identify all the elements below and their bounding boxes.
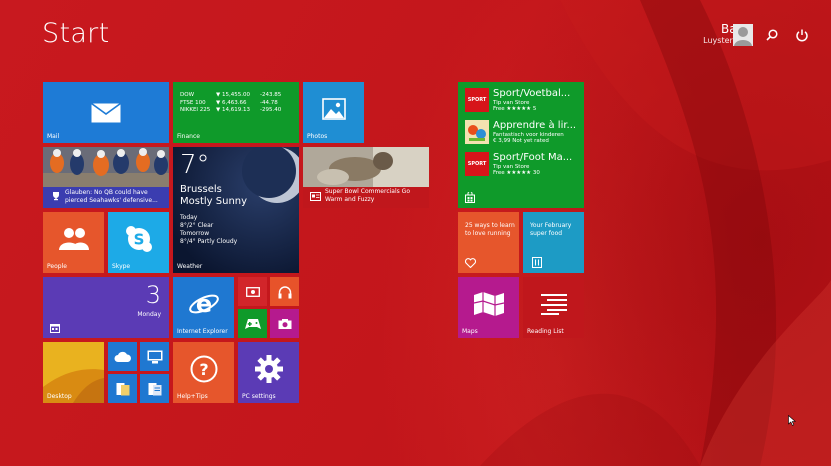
calendar-icon [50, 324, 60, 333]
news-tile[interactable]: Super Bowl Commercials Go Warm and Fuzzy [303, 147, 429, 208]
internet-explorer-icon: e [188, 290, 219, 318]
health-headline: 25 ways to learn to love running [465, 222, 515, 237]
store-app-item: Apprendre à lir... Fantastisch voor kind… [465, 120, 583, 148]
mail-icon [91, 102, 121, 122]
finance-tile[interactable]: DOW ▼ 15,455.00 -243.85 FTSE 100 ▼ 6,463.66… [173, 82, 299, 143]
sport-app-logo: SPORT [465, 88, 489, 112]
power-icon[interactable] [795, 28, 809, 42]
camera-icon [278, 318, 291, 329]
finance-row: NIKKEI 225 ▼ 14,619.13 -295.40 [180, 107, 282, 113]
tile-label: Reading List [527, 328, 564, 335]
people-tile[interactable]: People [43, 212, 104, 273]
mail-tile[interactable]: Mail [43, 82, 169, 143]
tile-label: Help+Tips [177, 393, 208, 400]
tile-label: Internet Explorer [177, 328, 228, 335]
food-icon [532, 257, 542, 268]
store-tile[interactable]: SPORT Sport/Voetbal... Tip van Store Fre… [458, 82, 584, 208]
file-explorer-tile[interactable] [108, 374, 137, 403]
music-tile[interactable] [270, 277, 299, 306]
sports-photo [43, 147, 169, 187]
video-tile[interactable] [238, 277, 267, 306]
this-pc-tile[interactable] [140, 342, 169, 371]
skype-tile[interactable]: S Skype [108, 212, 169, 273]
reading-app-logo [465, 120, 489, 144]
tile-label: Photos [307, 133, 328, 140]
news-photo [303, 147, 429, 187]
tile-label: Finance [177, 133, 200, 140]
camera-tile[interactable] [270, 309, 299, 338]
finance-row: FTSE 100 ▼ 6,463.66 -44.78 [180, 99, 278, 106]
trophy-icon [53, 192, 59, 201]
news-icon [310, 192, 321, 201]
heart-icon [465, 258, 476, 268]
help-tips-tile[interactable]: ? Help+Tips [173, 342, 234, 403]
tile-label: Mail [47, 133, 60, 140]
calendar-tile[interactable]: 3 Monday [43, 277, 169, 338]
photos-tile[interactable]: Photos [303, 82, 364, 143]
reading-list-icon [540, 293, 567, 315]
documents-tile[interactable] [140, 374, 169, 403]
store-app-item: SPORT Sport/Voetbal... Tip van Store Fre… [465, 88, 583, 116]
finance-row: DOW ▼ 15,455.00 -243.85 [180, 92, 282, 98]
help-icon: ? [190, 355, 217, 383]
cloud-icon [114, 351, 131, 362]
internet-explorer-tile[interactable]: e Internet Explorer [173, 277, 234, 338]
weather-location: Brussels Mostly Sunny [180, 184, 248, 207]
search-icon[interactable] [765, 28, 779, 42]
map-icon [473, 291, 504, 316]
reading-list-tile[interactable]: Reading List [523, 277, 584, 338]
tile-label: People [47, 263, 67, 270]
gear-icon [254, 354, 283, 383]
sports-headline: Glauben: No QB could have pierced Seahaw… [65, 189, 158, 204]
weather-tile[interactable]: 7° Brussels Mostly Sunny Today 8°/2° Cle… [173, 147, 299, 273]
store-bag-icon [465, 192, 475, 203]
tile-label: Desktop [47, 393, 72, 400]
headphones-icon [278, 285, 291, 298]
user-avatar-icon[interactable] [733, 24, 753, 46]
photos-icon [321, 98, 346, 120]
game-controller-icon [244, 318, 261, 329]
pc-settings-tile[interactable]: PC settings [238, 342, 299, 403]
food-headline: Your February super food [530, 222, 572, 237]
onedrive-tile[interactable] [108, 342, 137, 371]
news-headline: Super Bowl Commercials Go Warm and Fuzzy [325, 188, 410, 203]
games-tile[interactable] [238, 309, 267, 338]
svg-text:S: S [133, 230, 144, 248]
svg-text:e: e [195, 290, 211, 318]
sport-app-logo: SPORT [465, 152, 489, 176]
people-icon [58, 227, 89, 250]
tile-label: PC settings [242, 393, 276, 400]
store-app-item: SPORT Sport/Foot Ma... Tip van Store Fre… [465, 152, 583, 180]
computer-icon [147, 350, 162, 363]
weather-forecast: Today 8°/2° Clear Tomorrow 8°/4° Partly … [180, 214, 238, 245]
tile-label: Maps [462, 328, 478, 335]
tile-label: Skype [112, 263, 131, 270]
sports-tile[interactable]: Glauben: No QB could have pierced Seahaw… [43, 147, 169, 208]
tile-label: Weather [177, 263, 203, 270]
calendar-day: 3 [145, 281, 161, 309]
documents-icon [148, 382, 161, 395]
folder-icon [116, 382, 129, 395]
maps-tile[interactable]: Maps [458, 277, 519, 338]
calendar-weekday: Monday [137, 311, 161, 318]
finance-rows: DOW ▼ 15,455.00 -243.85 FTSE 100 ▼ 6,463.66… [180, 92, 281, 115]
food-drink-tile[interactable]: Your February super food [523, 212, 584, 273]
weather-temperature: 7° [180, 150, 210, 180]
start-title: Start [42, 18, 110, 49]
mouse-pointer-icon [788, 415, 796, 426]
skype-icon: S [125, 225, 152, 252]
desktop-tile[interactable]: Desktop [43, 342, 104, 403]
health-fitness-tile[interactable]: 25 ways to learn to love running [458, 212, 519, 273]
video-icon [245, 286, 260, 297]
svg-text:?: ? [199, 360, 208, 379]
